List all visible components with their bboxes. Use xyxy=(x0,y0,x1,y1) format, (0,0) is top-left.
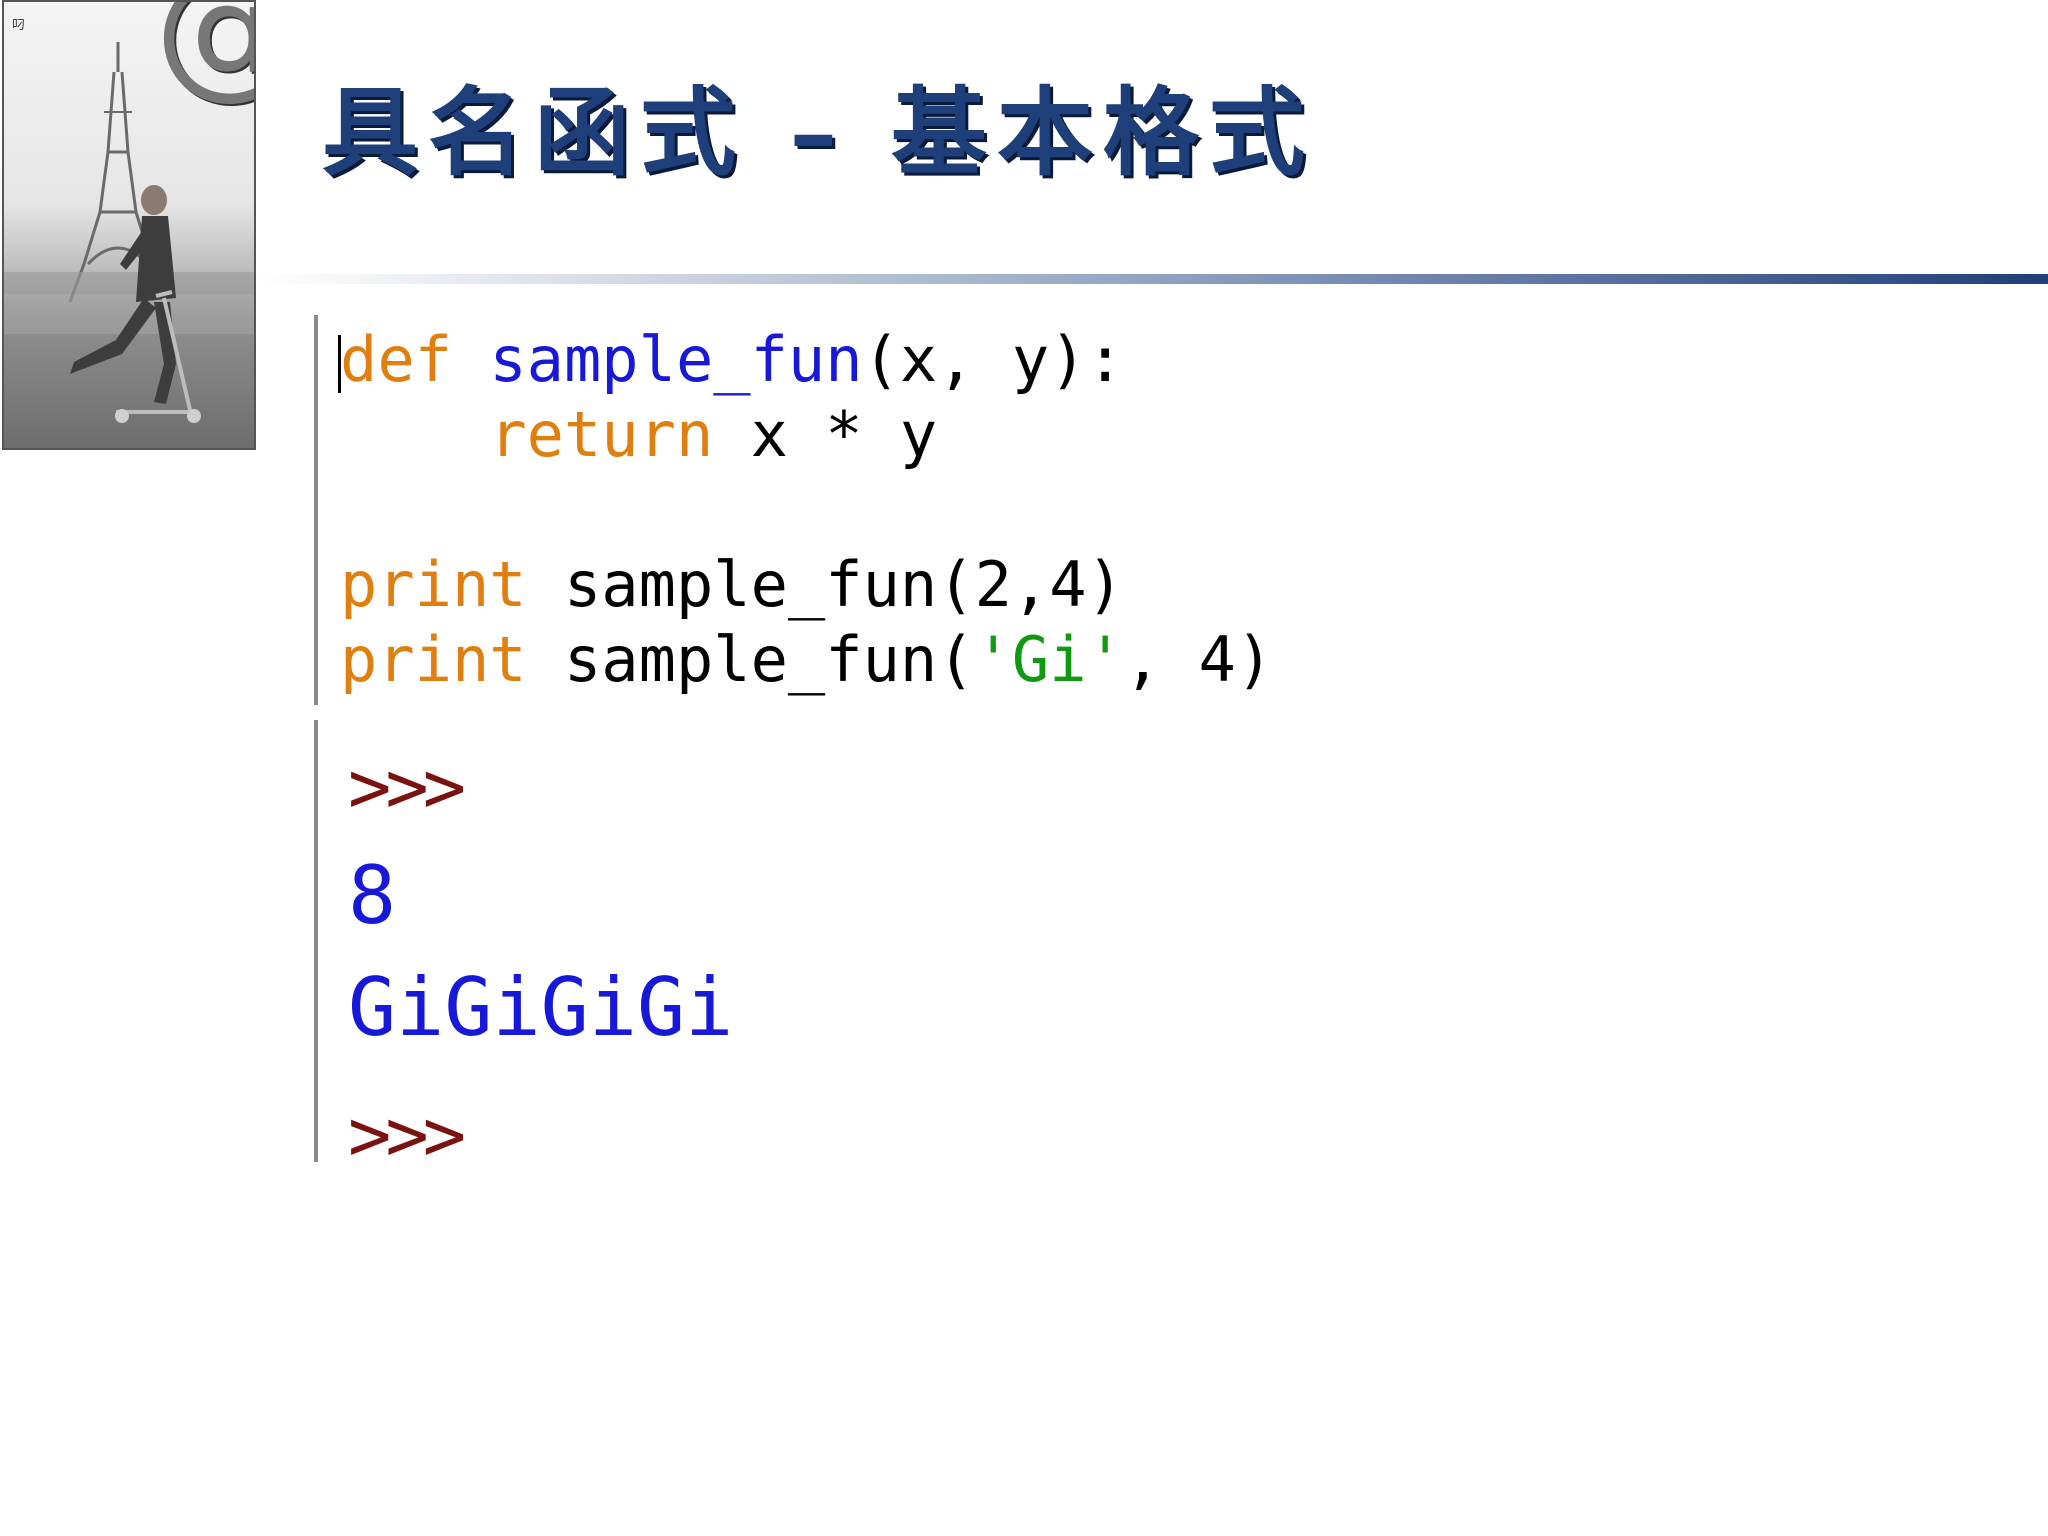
print-call-end: , 4) xyxy=(1123,623,1274,696)
keyword-print: print xyxy=(340,548,527,621)
shell-prompt: >>> xyxy=(348,1093,466,1177)
slide: @ 叼 具名函式 – 基本格式 def sample_fun(x, y): re… xyxy=(0,0,2048,1536)
print-call: sample_fun(2,4) xyxy=(563,548,1124,621)
title-divider xyxy=(258,274,2048,284)
code-line-print-1: print sample_fun(2,4) xyxy=(340,548,1124,622)
return-expression: x * y xyxy=(750,398,938,471)
code-editor[interactable]: def sample_fun(x, y): return x * y print… xyxy=(314,315,1414,705)
shell-output: >>> 8 GiGiGiGi >>> xyxy=(314,720,1414,1177)
shell-output-line: GiGiGiGi xyxy=(348,961,734,1054)
eiffel-tower-scooter-photo: @ 叼 xyxy=(2,0,256,450)
slide-title: 具名函式 – 基本格式 xyxy=(322,76,1315,189)
keyword-def: def xyxy=(340,323,452,396)
keyword-print: print xyxy=(340,623,527,696)
keyword-return: return xyxy=(489,398,714,471)
string-literal: 'Gi' xyxy=(974,623,1124,696)
function-args: (x, y): xyxy=(862,323,1124,396)
code-line-def: def sample_fun(x, y): xyxy=(340,323,1124,397)
code-line-print-2: print sample_fun('Gi', 4) xyxy=(340,623,1273,697)
print-call-start: sample_fun( xyxy=(563,623,975,696)
at-symbol-icon: @ xyxy=(154,2,254,102)
shell-prompt: >>> xyxy=(348,745,466,829)
code-line-return: return x * y xyxy=(340,398,937,472)
shell-output-line: 8 xyxy=(348,849,397,942)
stamp-icon: 叼 xyxy=(12,18,26,33)
function-name: sample_fun xyxy=(489,323,863,396)
